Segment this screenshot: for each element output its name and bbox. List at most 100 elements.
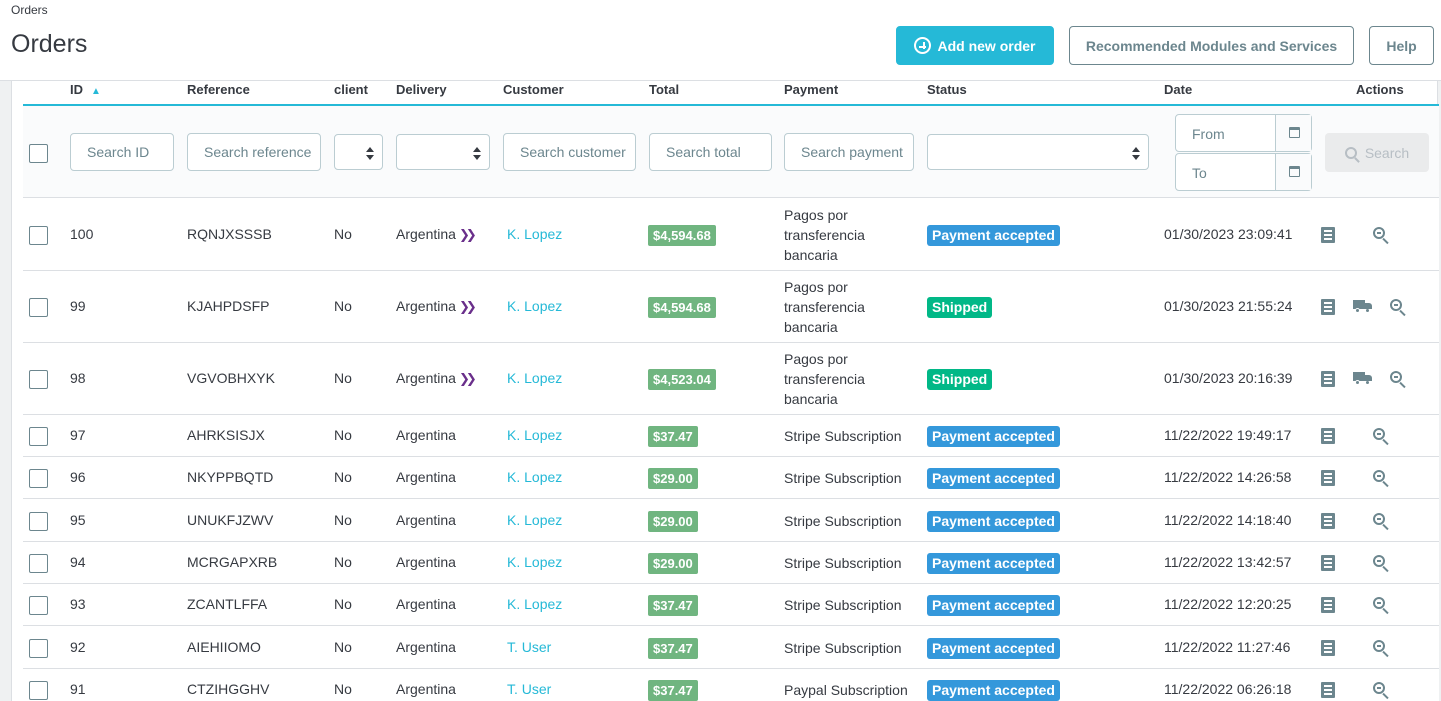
search-button[interactable]: Search bbox=[1325, 133, 1429, 172]
status-badge[interactable]: Shipped bbox=[927, 297, 993, 318]
customer-link[interactable]: K. Lopez bbox=[507, 596, 562, 612]
recommended-modules-button[interactable]: Recommended Modules and Services bbox=[1069, 26, 1354, 65]
invoice-icon[interactable] bbox=[1321, 640, 1335, 656]
customer-link[interactable]: K. Lopez bbox=[507, 427, 562, 443]
row-checkbox[interactable] bbox=[29, 427, 48, 446]
view-order-icon[interactable] bbox=[1373, 555, 1385, 567]
table-row[interactable]: 91 CTZIHGGHV No Argentina T. User $37.47… bbox=[23, 669, 1439, 701]
table-row[interactable]: 100 RQNJXSSSB No Argentina ❯❯ K. Lopez $4… bbox=[23, 198, 1439, 271]
status-badge[interactable]: Payment accepted bbox=[927, 638, 1060, 659]
date-from-input[interactable]: From bbox=[1175, 114, 1312, 152]
status-badge[interactable]: Payment accepted bbox=[927, 553, 1060, 574]
column-header-client[interactable]: client bbox=[334, 82, 368, 97]
status-badge[interactable]: Shipped bbox=[927, 369, 993, 390]
status-badge[interactable]: Payment accepted bbox=[927, 426, 1060, 447]
row-checkbox[interactable] bbox=[29, 596, 48, 615]
column-header-customer[interactable]: Customer bbox=[503, 82, 564, 97]
view-order-icon[interactable] bbox=[1373, 597, 1385, 609]
column-header-payment[interactable]: Payment bbox=[784, 82, 838, 97]
date-to-picker-button[interactable] bbox=[1275, 154, 1311, 190]
customer-link[interactable]: K. Lopez bbox=[507, 554, 562, 570]
row-checkbox[interactable] bbox=[29, 298, 48, 317]
sort-ascending-icon[interactable]: ▲ bbox=[91, 86, 101, 97]
select-all-checkbox[interactable] bbox=[29, 144, 48, 163]
search-reference-input[interactable]: Search reference bbox=[187, 133, 321, 171]
column-header-delivery[interactable]: Delivery bbox=[396, 82, 447, 97]
view-order-icon[interactable] bbox=[1373, 227, 1385, 239]
search-customer-input[interactable]: Search customer bbox=[503, 133, 636, 171]
invoice-icon[interactable] bbox=[1321, 299, 1335, 315]
view-order-icon[interactable] bbox=[1373, 513, 1385, 525]
column-header-id[interactable]: ID ▲ bbox=[70, 82, 101, 97]
status-select[interactable] bbox=[927, 134, 1149, 170]
invoice-icon[interactable] bbox=[1321, 371, 1335, 387]
invoice-icon[interactable] bbox=[1321, 428, 1335, 444]
table-row[interactable]: 92 AIEHIIOMO No Argentina T. User $37.47… bbox=[23, 626, 1439, 669]
date-to-input[interactable]: To bbox=[1175, 153, 1312, 191]
view-order-icon[interactable] bbox=[1373, 470, 1385, 482]
status-badge[interactable]: Payment accepted bbox=[927, 595, 1060, 616]
customer-link[interactable]: K. Lopez bbox=[507, 298, 562, 314]
row-checkbox[interactable] bbox=[29, 681, 48, 700]
delivery-truck-icon[interactable] bbox=[1353, 300, 1373, 313]
row-checkbox[interactable] bbox=[29, 554, 48, 573]
order-payment: Stripe Subscription bbox=[784, 428, 902, 444]
row-checkbox[interactable] bbox=[29, 469, 48, 488]
invoice-icon[interactable] bbox=[1321, 227, 1335, 243]
view-order-icon[interactable] bbox=[1373, 428, 1385, 440]
invoice-icon[interactable] bbox=[1321, 555, 1335, 571]
order-id: 91 bbox=[70, 681, 86, 697]
search-payment-input[interactable]: Search payment bbox=[784, 133, 914, 171]
invoice-icon[interactable] bbox=[1321, 682, 1335, 698]
column-header-date[interactable]: Date bbox=[1164, 82, 1192, 97]
truck-wheel bbox=[1355, 308, 1360, 313]
customer-link[interactable]: T. User bbox=[507, 681, 551, 697]
search-total-input[interactable]: Search total bbox=[649, 133, 772, 171]
invoice-icon[interactable] bbox=[1321, 597, 1335, 613]
help-button[interactable]: Help bbox=[1369, 26, 1434, 65]
customer-link[interactable]: K. Lopez bbox=[507, 469, 562, 485]
customer-link[interactable]: K. Lopez bbox=[507, 226, 562, 242]
column-header-status[interactable]: Status bbox=[927, 82, 967, 97]
total-badge: $4,523.04 bbox=[648, 369, 716, 390]
breadcrumb[interactable]: Orders bbox=[11, 3, 48, 17]
total-badge: $37.47 bbox=[648, 638, 698, 659]
table-row[interactable]: 94 MCRGAPXRB No Argentina K. Lopez $29.0… bbox=[23, 542, 1439, 584]
order-date: 01/30/2023 21:55:24 bbox=[1164, 298, 1293, 314]
view-order-icon[interactable] bbox=[1390, 299, 1402, 311]
customer-link[interactable]: K. Lopez bbox=[507, 512, 562, 528]
status-badge[interactable]: Payment accepted bbox=[927, 680, 1060, 701]
invoice-icon[interactable] bbox=[1321, 470, 1335, 486]
truck-wheel bbox=[1365, 380, 1370, 385]
table-row[interactable]: 98 VGVOBHXYK No Argentina ❯❯ K. Lopez $4,… bbox=[23, 343, 1439, 415]
order-id: 100 bbox=[70, 226, 94, 242]
status-badge[interactable]: Payment accepted bbox=[927, 468, 1060, 489]
view-order-icon[interactable] bbox=[1390, 371, 1402, 383]
table-row[interactable]: 97 AHRKSISJX No Argentina K. Lopez $37.4… bbox=[23, 415, 1439, 457]
date-from-picker-button[interactable] bbox=[1275, 115, 1311, 151]
row-checkbox[interactable] bbox=[29, 512, 48, 531]
status-badge[interactable]: Payment accepted bbox=[927, 225, 1060, 246]
table-row[interactable]: 96 NKYPPBQTD No Argentina K. Lopez $29.0… bbox=[23, 457, 1439, 499]
view-order-icon[interactable] bbox=[1373, 640, 1385, 652]
view-order-icon[interactable] bbox=[1373, 682, 1385, 694]
search-id-input[interactable]: Search ID bbox=[70, 133, 174, 171]
row-checkbox[interactable] bbox=[29, 639, 48, 658]
customer-link[interactable]: K. Lopez bbox=[507, 370, 562, 386]
invoice-icon[interactable] bbox=[1321, 513, 1335, 529]
add-new-order-button[interactable]: Add new order bbox=[896, 26, 1054, 65]
column-header-total[interactable]: Total bbox=[649, 82, 679, 97]
column-header-reference[interactable]: Reference bbox=[187, 82, 250, 97]
delivery-select[interactable] bbox=[396, 134, 490, 170]
row-checkbox[interactable] bbox=[29, 370, 48, 389]
delivery-truck-icon[interactable] bbox=[1353, 372, 1373, 385]
table-row[interactable]: 99 KJAHPDSFP No Argentina ❯❯ K. Lopez $4,… bbox=[23, 271, 1439, 343]
row-checkbox[interactable] bbox=[29, 226, 48, 245]
customer-link[interactable]: T. User bbox=[507, 639, 551, 655]
order-date: 01/30/2023 23:09:41 bbox=[1164, 226, 1293, 242]
status-badge[interactable]: Payment accepted bbox=[927, 511, 1060, 532]
client-select[interactable] bbox=[334, 134, 383, 170]
table-row[interactable]: 95 UNUKFJZWV No Argentina K. Lopez $29.0… bbox=[23, 499, 1439, 542]
order-reference: CTZIHGGHV bbox=[187, 681, 270, 697]
table-row[interactable]: 93 ZCANTLFFA No Argentina K. Lopez $37.4… bbox=[23, 584, 1439, 626]
